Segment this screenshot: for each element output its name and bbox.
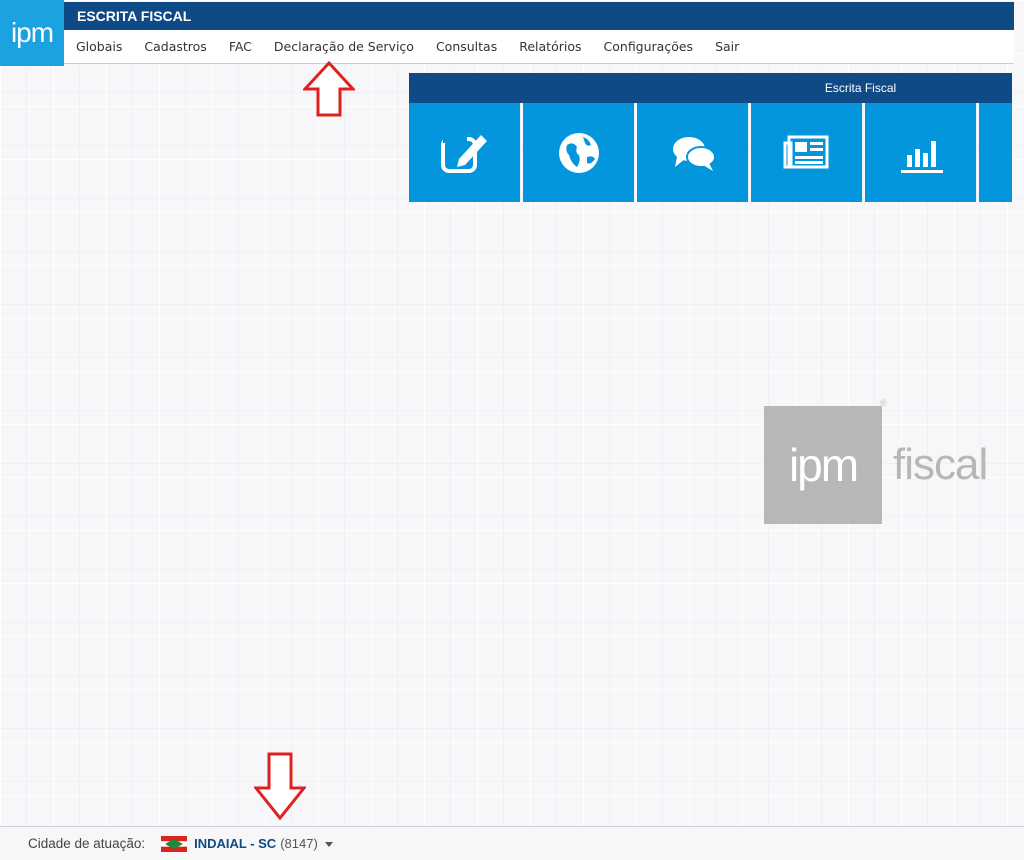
ipm-fiscal-watermark-logo: ipm bbox=[764, 406, 882, 524]
newspaper-icon bbox=[783, 135, 828, 168]
chat-icon bbox=[672, 136, 716, 171]
watermark-logo-text: ipm bbox=[788, 439, 859, 491]
app-title-bar: ESCRITA FISCAL bbox=[64, 2, 1014, 30]
panel-header: Escrita Fiscal bbox=[409, 73, 1012, 103]
chevron-down-icon[interactable] bbox=[324, 842, 333, 847]
watermark-brand-text: fiscal bbox=[893, 440, 988, 489]
registered-mark: ® bbox=[880, 398, 887, 408]
menu-item-cadastros[interactable]: Cadastros bbox=[144, 39, 206, 54]
tile-more[interactable] bbox=[979, 103, 1012, 202]
city-selector[interactable]: INDAIAL - SC bbox=[194, 836, 276, 851]
tile-globe[interactable] bbox=[523, 103, 635, 202]
bar-chart-icon bbox=[900, 140, 943, 173]
menu-item-sair[interactable]: Sair bbox=[715, 39, 739, 54]
main-menu: Globais Cadastros FAC Declaração de Serv… bbox=[64, 30, 1014, 64]
tile-chat[interactable] bbox=[637, 103, 749, 202]
menu-item-relatorios[interactable]: Relatórios bbox=[519, 39, 581, 54]
tile-edit[interactable] bbox=[409, 103, 521, 202]
menu-item-configuracoes[interactable]: Configurações bbox=[604, 39, 694, 54]
tile-news[interactable] bbox=[751, 103, 863, 202]
edit-icon bbox=[440, 134, 487, 173]
arrow-down-annotation bbox=[254, 752, 306, 820]
app-title: ESCRITA FISCAL bbox=[77, 8, 192, 24]
menu-item-declaracao-servico[interactable]: Declaração de Serviço bbox=[274, 39, 414, 54]
ipm-logo[interactable]: ipm bbox=[0, 0, 64, 66]
city-label: Cidade de atuação: bbox=[28, 836, 146, 851]
logo-text: ipm bbox=[10, 17, 54, 48]
santa-catarina-flag-icon bbox=[161, 835, 188, 852]
menu-item-globais[interactable]: Globais bbox=[76, 39, 122, 54]
menu-item-fac[interactable]: FAC bbox=[229, 39, 252, 54]
panel-title: Escrita Fiscal bbox=[824, 81, 897, 95]
shortcut-tiles bbox=[409, 103, 1012, 202]
globe-icon bbox=[558, 132, 599, 173]
city-code: (8147) bbox=[280, 836, 318, 851]
arrow-up-annotation bbox=[303, 61, 355, 117]
menu-item-consultas[interactable]: Consultas bbox=[436, 39, 497, 54]
footer-bar: Cidade de atuação: INDAIAL - SC (8147) bbox=[0, 826, 1024, 860]
tile-chart[interactable] bbox=[865, 103, 977, 202]
